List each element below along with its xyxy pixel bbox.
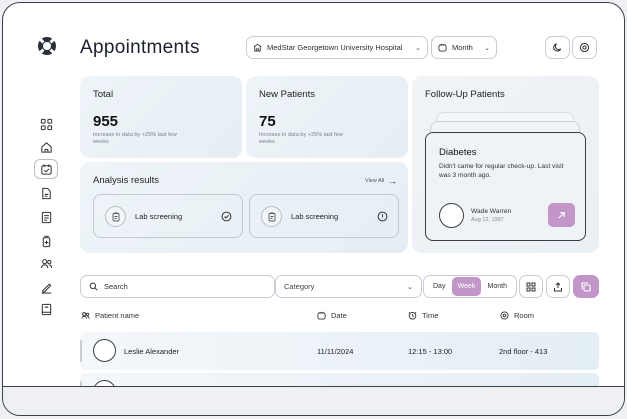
tab-week[interactable]: Week bbox=[451, 277, 482, 296]
room-cell: 2nd floor - 413 bbox=[499, 347, 548, 356]
hospital-select[interactable]: MedStar Georgetown University Hospital ⌄ bbox=[246, 36, 428, 59]
lab-result-item[interactable]: Lab screening bbox=[93, 194, 243, 238]
category-select[interactable]: Category ⌄ bbox=[275, 275, 422, 298]
lab-result-label: Lab screening bbox=[135, 212, 183, 221]
column-header-time[interactable]: Time bbox=[408, 311, 438, 320]
calendar-small-icon bbox=[438, 43, 447, 52]
window-bottom-edge bbox=[3, 386, 624, 415]
copy-button[interactable] bbox=[573, 275, 599, 298]
date-cell: 11/11/2024 bbox=[317, 347, 354, 356]
theme-toggle-button[interactable] bbox=[545, 36, 570, 59]
settings-icon bbox=[579, 42, 590, 53]
period-select-value: Month bbox=[452, 43, 473, 52]
page-title: Appointments bbox=[80, 37, 200, 58]
table-row[interactable]: Leslie Alexander 11/11/2024 12:15 - 13:0… bbox=[80, 332, 599, 370]
settings-button[interactable] bbox=[572, 36, 597, 59]
calendar-small-icon bbox=[317, 311, 326, 320]
copy-icon bbox=[581, 281, 591, 292]
column-header-patient[interactable]: Patient name bbox=[81, 311, 139, 320]
open-patient-button[interactable] bbox=[548, 203, 575, 227]
clock-icon bbox=[408, 311, 417, 320]
patient-dob: Aug 12, 1987 bbox=[471, 217, 504, 223]
follow-up-title: Follow-Up Patients bbox=[425, 89, 505, 100]
new-patients-value: 75 bbox=[259, 113, 276, 130]
new-patients-card: New Patients 75 Increase in data by +25%… bbox=[246, 76, 408, 158]
clipboard-icon bbox=[261, 206, 282, 227]
column-header-room[interactable]: Room bbox=[500, 311, 534, 320]
total-note: Increase in data by +25% last few weeks bbox=[93, 132, 177, 145]
chevron-down-icon: ⌄ bbox=[484, 44, 490, 52]
analysis-title: Analysis results bbox=[93, 175, 159, 186]
view-all-label: View All bbox=[365, 178, 385, 184]
moon-icon bbox=[553, 43, 562, 52]
users-icon[interactable] bbox=[39, 256, 53, 270]
patient-name: Wade Warren bbox=[471, 208, 512, 215]
info-circle-icon bbox=[377, 211, 388, 222]
diagnosis-label: Diabetes bbox=[439, 147, 477, 158]
search-placeholder: Search bbox=[104, 282, 128, 291]
time-cell: 12:15 - 13:00 bbox=[408, 347, 453, 356]
search-icon bbox=[89, 282, 98, 291]
users-icon bbox=[81, 312, 90, 319]
calendar-icon[interactable] bbox=[39, 162, 53, 176]
location-icon bbox=[500, 311, 509, 320]
grid-icon[interactable] bbox=[39, 117, 53, 131]
view-segmented-control: Day Week Month bbox=[423, 275, 517, 298]
report-icon[interactable] bbox=[39, 210, 53, 224]
arrow-right-icon: → bbox=[388, 176, 398, 186]
tab-day[interactable]: Day bbox=[427, 283, 451, 290]
column-header-label: Room bbox=[514, 311, 535, 320]
period-select[interactable]: Month ⌄ bbox=[431, 36, 497, 59]
chevron-down-icon: ⌄ bbox=[407, 283, 413, 291]
lab-result-label: Lab screening bbox=[291, 212, 339, 221]
book-icon[interactable] bbox=[39, 302, 53, 316]
pen-icon[interactable] bbox=[39, 280, 53, 294]
hospital-icon bbox=[253, 43, 262, 52]
new-patients-label: New Patients bbox=[259, 89, 315, 100]
document-icon[interactable] bbox=[39, 186, 53, 200]
patient-name-cell: Leslie Alexander bbox=[124, 347, 180, 356]
row-indicator bbox=[80, 340, 82, 362]
app-window: Appointments MedStar Georgetown Universi… bbox=[2, 2, 625, 416]
avatar bbox=[439, 203, 464, 228]
arrow-up-right-icon bbox=[558, 211, 565, 219]
logo-icon bbox=[38, 37, 56, 55]
new-patients-note: Increase in data by +25% last few weeks bbox=[259, 132, 343, 145]
share-icon bbox=[554, 281, 562, 291]
view-all-link[interactable]: View All → bbox=[365, 176, 397, 186]
column-header-label: Patient name bbox=[95, 311, 140, 320]
medicine-icon[interactable] bbox=[39, 234, 53, 248]
column-header-label: Date bbox=[331, 311, 347, 320]
column-header-label: Time bbox=[422, 311, 439, 320]
column-header-date[interactable]: Date bbox=[317, 311, 347, 320]
check-circle-icon bbox=[221, 211, 232, 222]
category-placeholder: Category bbox=[284, 282, 315, 291]
home-icon[interactable] bbox=[39, 140, 53, 154]
lab-result-item[interactable]: Lab screening bbox=[249, 194, 399, 238]
chevron-down-icon: ⌄ bbox=[415, 44, 421, 52]
total-value: 955 bbox=[93, 113, 119, 130]
total-card: Total 955 Increase in data by +25% last … bbox=[80, 76, 242, 158]
avatar bbox=[93, 339, 116, 362]
total-label: Total bbox=[93, 89, 114, 100]
clipboard-icon bbox=[105, 206, 126, 227]
hospital-select-value: MedStar Georgetown University Hospital bbox=[267, 43, 403, 52]
analysis-card: Analysis results View All → Lab screenin… bbox=[80, 162, 408, 253]
tab-month[interactable]: Month bbox=[482, 283, 513, 290]
search-input[interactable]: Search bbox=[80, 275, 275, 298]
share-button[interactable] bbox=[546, 275, 570, 298]
grid-icon bbox=[526, 282, 536, 291]
follow-up-message: Didn't came for regular check-up. Last v… bbox=[439, 163, 564, 179]
grid-view-button[interactable] bbox=[519, 275, 543, 298]
